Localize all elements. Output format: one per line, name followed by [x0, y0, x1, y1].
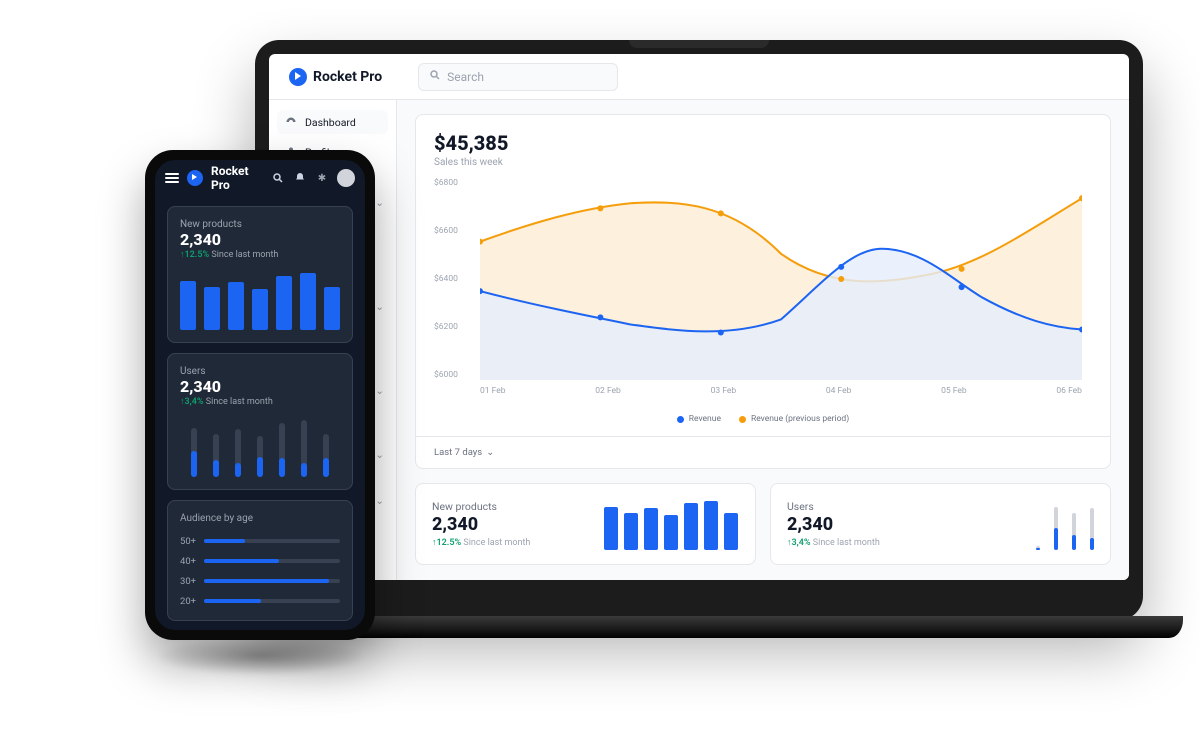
sidebar-item-label: Dashboard: [305, 116, 356, 129]
search-icon[interactable]: [271, 171, 285, 185]
x-axis-ticks: 01 Feb 02 Feb 03 Feb 04 Feb 05 Feb 06 Fe…: [480, 386, 1082, 396]
stat-value: 2,340: [180, 377, 340, 396]
sales-subtitle: Sales this week: [434, 157, 1092, 168]
bell-icon[interactable]: [293, 171, 307, 185]
sales-line-chart: $6800 $6600 $6400 $6200 $6000: [434, 178, 1092, 408]
stat-value: 2,340: [432, 514, 590, 535]
stat-label: Audience by age: [180, 513, 340, 524]
search-icon: [429, 69, 441, 84]
chevron-down-icon: ⌄: [375, 196, 384, 209]
stat-value: 2,340: [787, 514, 970, 535]
age-row: 30+: [180, 574, 340, 588]
brand[interactable]: Rocket Pro: [289, 68, 382, 86]
dot-icon: [739, 416, 746, 423]
sidebar-item-dashboard[interactable]: Dashboard: [277, 110, 388, 134]
brand-logo-icon: [289, 68, 307, 86]
audience-bars: 50+ 40+ 30+ 20+: [180, 534, 340, 608]
stat-delta: ↑12.5% Since last month: [432, 537, 590, 548]
stat-delta: ↑3,4% Since last month: [180, 396, 340, 407]
mobile-users-bars: [180, 417, 340, 477]
sun-icon[interactable]: ✱: [315, 171, 329, 185]
y-axis-ticks: $6800 $6600 $6400 $6200 $6000: [434, 178, 470, 380]
mobile-users-card: Users 2,340 ↑3,4% Since last month: [167, 353, 353, 490]
mobile-new-products-bars: [180, 270, 340, 330]
new-products-bar-chart: [604, 498, 739, 550]
sales-value: $45,385: [434, 131, 1092, 155]
stat-label: New products: [180, 219, 340, 230]
age-row: 20+: [180, 594, 340, 608]
legend-revenue[interactable]: Revenue: [677, 414, 721, 424]
age-row: 50+: [180, 534, 340, 548]
chevron-down-icon: ⌄: [375, 494, 384, 507]
chevron-down-icon: ⌄: [486, 447, 494, 458]
stat-value: 2,340: [180, 230, 340, 249]
users-bar-chart: [984, 498, 1094, 550]
legend-prev[interactable]: Revenue (previous period): [739, 414, 849, 424]
sales-card: $45,385 Sales this week $6800 $6600 $640…: [415, 114, 1111, 469]
stat-label: New products: [432, 500, 590, 513]
search-input[interactable]: Search: [418, 63, 618, 91]
age-row: 40+: [180, 554, 340, 568]
laptop-notch: [629, 40, 769, 48]
chevron-down-icon: ⌄: [375, 448, 384, 461]
dot-icon: [677, 416, 684, 423]
chevron-down-icon: ⌄: [375, 384, 384, 397]
period-dropdown[interactable]: Last 7 days ⌄: [416, 436, 1110, 468]
hamburger-icon[interactable]: [165, 173, 179, 183]
stat-delta: ↑12.5% Since last month: [180, 249, 340, 260]
mobile-header: Rocket Pro ✱: [155, 160, 365, 196]
main-panel: $45,385 Sales this week $6800 $6600 $640…: [397, 100, 1129, 580]
stat-delta: ↑3,4% Since last month: [787, 537, 970, 548]
laptop-screen: Rocket Pro Search D: [269, 54, 1129, 580]
phone-mockup: Rocket Pro ✱ New products 2,340 ↑12.5% S…: [145, 150, 375, 640]
laptop-mockup: Rocket Pro Search D: [255, 40, 1143, 620]
brand-logo-icon: [187, 170, 203, 186]
app-header: Rocket Pro Search: [269, 54, 1129, 100]
brand-name: Rocket Pro: [211, 164, 263, 192]
avatar[interactable]: [337, 169, 355, 187]
mobile-new-products-card: New products 2,340 ↑12.5% Since last mon…: [167, 206, 353, 343]
brand-name: Rocket Pro: [313, 69, 382, 85]
stat-label: Users: [787, 500, 970, 513]
mobile-audience-card: Audience by age 50+ 40+ 30+ 20+: [167, 500, 353, 621]
users-card: Users 2,340 ↑3,4% Since last month: [770, 483, 1111, 565]
gauge-icon: [285, 116, 297, 128]
chart-legend: Revenue Revenue (previous period): [434, 414, 1092, 424]
chevron-down-icon: ⌄: [375, 300, 384, 313]
phone-screen: Rocket Pro ✱ New products 2,340 ↑12.5% S…: [155, 160, 365, 630]
stat-label: Users: [180, 366, 340, 377]
search-placeholder: Search: [447, 70, 484, 84]
new-products-card: New products 2,340 ↑12.5% Since last mon…: [415, 483, 756, 565]
